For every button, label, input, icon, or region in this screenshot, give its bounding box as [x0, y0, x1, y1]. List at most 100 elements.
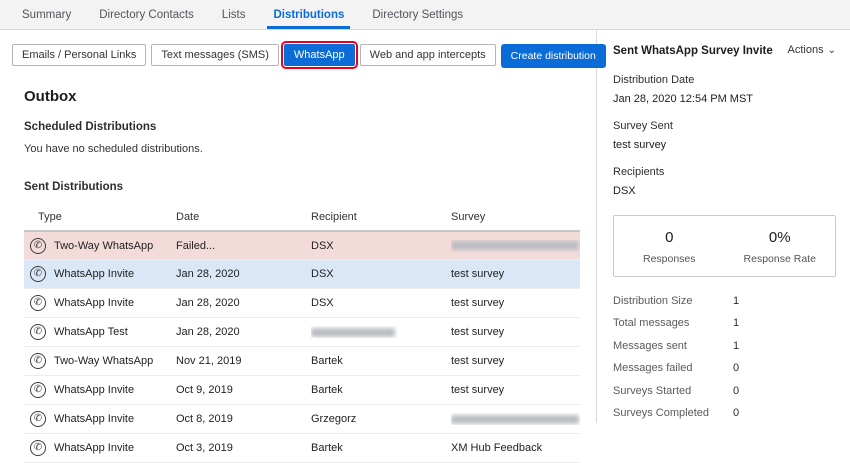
actions-label: Actions [788, 44, 824, 56]
date-cell: Failed... [176, 240, 311, 252]
metric-label: Surveys Started [613, 385, 733, 397]
outbox-title: Outbox [24, 88, 580, 105]
metric-value: 0 [733, 362, 739, 374]
whatsapp-icon: ✆ [30, 324, 46, 340]
metric-label: Messages failed [613, 362, 733, 374]
survey-cell: test survey [451, 268, 580, 280]
top-nav: SummaryDirectory ContactsListsDistributi… [0, 0, 850, 30]
recipient-cell: Bartek [311, 384, 451, 396]
metric-surveys-started: Surveys Started0 [613, 385, 836, 397]
column-header-survey: Survey [451, 211, 580, 223]
whatsapp-icon: ✆ [30, 266, 46, 282]
type-cell: ✆WhatsApp Invite [24, 266, 176, 282]
table-row[interactable]: ✆Two-Way WhatsAppNov 21, 2019Bartektest … [24, 347, 580, 376]
metric-value: 1 [733, 317, 739, 329]
metric-value: 0 [733, 385, 739, 397]
metric-value: 0 [733, 407, 739, 419]
survey-cell: test survey [451, 326, 580, 338]
distribution-details-panel: Sent WhatsApp Survey Invite Actions⌄ Dis… [597, 30, 850, 423]
whatsapp-icon: ✆ [30, 295, 46, 311]
table-row[interactable]: ✆WhatsApp TestJan 28, 2020test survey [24, 318, 580, 347]
filter-row: Emails / Personal LinksText messages (SM… [12, 44, 580, 68]
field-value: test survey [613, 139, 836, 151]
detail-field-recipients: Recipients DSX [613, 166, 836, 197]
detail-fields: Distribution Date Jan 28, 2020 12:54 PM M… [613, 74, 836, 197]
stat-label: Response Rate [725, 253, 836, 265]
create-distribution-button[interactable]: Create distribution [501, 44, 606, 68]
scheduled-empty-text: You have no scheduled distributions. [24, 143, 580, 155]
field-label: Recipients [613, 166, 836, 178]
nav-tab-directory-settings[interactable]: Directory Settings [358, 0, 477, 29]
metric-messages-sent: Messages sent1 [613, 340, 836, 352]
metric-surveys-completed: Surveys Completed0 [613, 407, 836, 419]
date-cell: Jan 28, 2020 [176, 326, 311, 338]
survey-cell: test survey [451, 355, 580, 367]
survey-cell: test survey [451, 297, 580, 309]
redacted-text [311, 328, 395, 337]
field-value: Jan 28, 2020 12:54 PM MST [613, 93, 836, 105]
date-cell: Jan 28, 2020 [176, 268, 311, 280]
metric-messages-failed: Messages failed0 [613, 362, 836, 374]
table-row[interactable]: ✆WhatsApp InviteJan 28, 2020DSXtest surv… [24, 289, 580, 318]
column-header-type: Type [24, 211, 176, 223]
date-cell: Oct 8, 2019 [176, 413, 311, 425]
sent-distributions-heading: Sent Distributions [24, 181, 580, 193]
redacted-text [451, 241, 579, 250]
metric-label: Messages sent [613, 340, 733, 352]
chevron-down-icon: ⌄ [828, 45, 836, 56]
table-row[interactable]: ✆Two-Way WhatsAppFailed...DSX [24, 231, 580, 260]
whatsapp-icon: ✆ [30, 382, 46, 398]
date-cell: Nov 21, 2019 [176, 355, 311, 367]
metrics-list: Distribution Size1Total messages1Message… [613, 295, 836, 420]
metric-value: 1 [733, 340, 739, 352]
field-label: Survey Sent [613, 120, 836, 132]
field-label: Distribution Date [613, 74, 836, 86]
table-row[interactable]: ✆WhatsApp InviteOct 8, 2019Grzegorz [24, 405, 580, 434]
field-value: DSX [613, 185, 836, 197]
metric-label: Distribution Size [613, 295, 733, 307]
type-cell: ✆ WhatsApp Invite [24, 440, 176, 456]
detail-field-survey-sent: Survey Sent test survey [613, 120, 836, 151]
table-row[interactable]: ✆WhatsApp InviteOct 9, 2019Bartektest su… [24, 376, 580, 405]
table-row[interactable]: ✆WhatsApp InviteJan 28, 2020DSXtest surv… [24, 260, 580, 289]
nav-tab-lists[interactable]: Lists [208, 0, 260, 29]
type-label: WhatsApp Invite [54, 413, 134, 425]
type-label: WhatsApp Invite [54, 442, 134, 454]
recipient-cell: DSX [311, 268, 451, 280]
stat-label: Responses [614, 253, 725, 265]
type-cell: ✆ WhatsApp Invite [24, 295, 176, 311]
actions-dropdown[interactable]: Actions ⌄ [788, 44, 836, 56]
sent-distributions-table: TypeDateRecipientSurvey ✆Two-Way WhatsAp… [24, 205, 580, 463]
stat-response-rate: 0% Response Rate [725, 229, 836, 265]
nav-tab-distributions[interactable]: Distributions [259, 0, 358, 29]
filter-button-web-and-app-intercepts[interactable]: Web and app intercepts [360, 44, 496, 66]
filter-button-emails-personal-links[interactable]: Emails / Personal Links [12, 44, 146, 66]
stat-value: 0% [725, 229, 836, 246]
type-label: WhatsApp Invite [54, 297, 134, 309]
nav-tab-summary[interactable]: Summary [8, 0, 85, 29]
type-label: WhatsApp Invite [54, 384, 134, 396]
recipient-cell: Bartek [311, 355, 451, 367]
type-cell: ✆Two-Way WhatsApp [24, 238, 176, 254]
survey-cell [451, 240, 580, 252]
whatsapp-icon: ✆ [30, 411, 46, 427]
metric-label: Total messages [613, 317, 733, 329]
table-row[interactable]: ✆WhatsApp InviteOct 3, 2019BartekXM Hub … [24, 434, 580, 463]
type-cell: ✆ WhatsApp Invite [24, 382, 176, 398]
filter-group: Emails / Personal LinksText messages (SM… [12, 44, 501, 66]
redacted-text [451, 415, 579, 424]
detail-field-distribution-date: Distribution Date Jan 28, 2020 12:54 PM M… [613, 74, 836, 105]
nav-tab-directory-contacts[interactable]: Directory Contacts [85, 0, 208, 29]
filter-button-whatsapp[interactable]: WhatsApp [284, 44, 355, 66]
whatsapp-icon: ✆ [30, 440, 46, 456]
type-cell: ✆ WhatsApp Invite [24, 411, 176, 427]
distributions-pane: Emails / Personal LinksText messages (SM… [0, 30, 597, 423]
metric-distribution-size: Distribution Size1 [613, 295, 836, 307]
table-header: TypeDateRecipientSurvey [24, 205, 580, 231]
recipient-cell: Bartek [311, 442, 451, 454]
column-header-recipient: Recipient [311, 211, 451, 223]
survey-cell: test survey [451, 384, 580, 396]
filter-button-text-messages-sms[interactable]: Text messages (SMS) [151, 44, 279, 66]
recipient-cell: DSX [311, 240, 451, 252]
metric-value: 1 [733, 295, 739, 307]
